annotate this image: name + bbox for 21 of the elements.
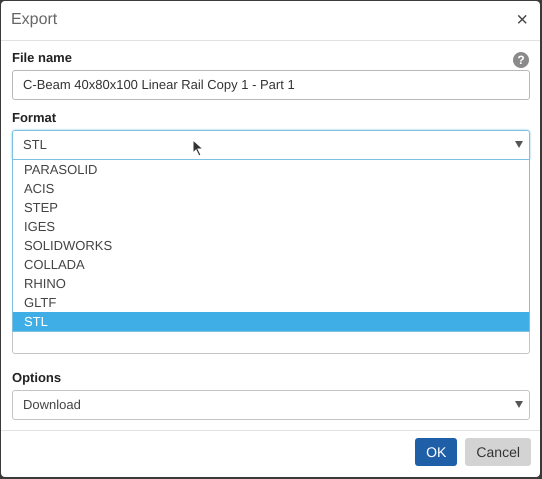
close-button[interactable]: × [514, 8, 530, 32]
caret-icon [515, 141, 523, 148]
dropdown-option[interactable]: PARASOLID [13, 160, 529, 179]
dropdown-option[interactable]: RHINO [13, 274, 529, 293]
dropdown-option[interactable]: IGES [13, 216, 529, 236]
file-name-field[interactable]: C-Beam 40x80x100 Linear Rail Copy 1 - Part 1 [12, 70, 530, 100]
dropdown-option[interactable]: COLLADA [13, 254, 529, 274]
field-label: Format [12, 110, 58, 125]
cancel-button[interactable]: Cancel [465, 438, 531, 466]
mouse-pointer-icon [192, 138, 204, 157]
select-field[interactable]: Download [12, 390, 530, 420]
dropdown-option[interactable]: ACIS [13, 178, 529, 198]
field-label: File name [12, 50, 72, 65]
field-label: Options [12, 370, 62, 385]
caret-icon [515, 401, 523, 408]
dropdown-option[interactable]: SOLIDWORKS [13, 236, 529, 255]
dropdown-option[interactable]: GLTF [13, 292, 529, 312]
select-field[interactable]: STL [12, 130, 530, 160]
dialog-title: Export [11, 11, 58, 30]
ok-button[interactable]: OK [415, 438, 458, 466]
dropdown-option[interactable]: STEP [13, 198, 529, 217]
